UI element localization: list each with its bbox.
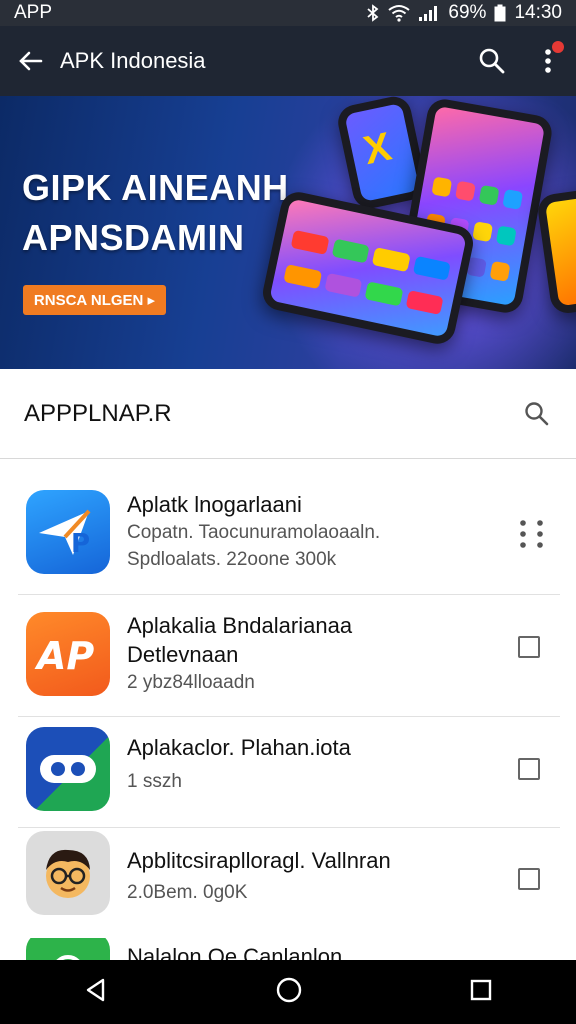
triangle-back-icon [86, 978, 105, 1001]
system-nav-bar [0, 960, 576, 1024]
banner-cta-button[interactable]: RNSCA NLGEN ▸ [23, 285, 166, 315]
bluetooth-icon [367, 4, 379, 22]
app-meta: 2 ybz84lloaadn [127, 672, 255, 693]
arrow-left-icon [19, 51, 43, 71]
checkbox-box[interactable] [518, 758, 540, 780]
app-name: Aplatk lnogarlaani [127, 492, 302, 517]
list-item[interactable]: Nalalon Oe Canlanlon [0, 938, 576, 960]
app-name: Apblitcsiraplloragl. Vallnran [127, 848, 391, 873]
status-time: 14:30 [514, 2, 562, 23]
app-icon: P [26, 490, 110, 574]
avatar-glasses-icon [46, 849, 90, 898]
nav-back-button[interactable] [83, 977, 109, 1008]
checkbox-box[interactable] [518, 636, 540, 658]
promo-banner[interactable]: GIPK AINEANH APNSDAMIN RNSCA NLGEN ▸ X [0, 96, 576, 369]
app-meta: Spdloalats. 22oone 300k [127, 549, 337, 570]
app-name: Nalalon Oe Canlanlon [127, 944, 343, 960]
app-description: Detlevnaan [127, 642, 239, 667]
list-item[interactable]: Apblitcsiraplloragl. Vallnran 2.0Bem. 0g… [0, 828, 576, 938]
svg-text:P: P [71, 529, 90, 559]
app-name: Aplakalia Bndalarianaa [127, 613, 353, 638]
list-item[interactable]: Aplakaclor. Plahan.iota 1 sszh [0, 717, 576, 828]
item-checkbox[interactable] [518, 868, 540, 890]
app-meta: 1 sszh [127, 771, 182, 792]
section-header: APPPLNAP.R [0, 369, 576, 459]
app-name: Aplakaclor. Plahan.iota [127, 735, 351, 760]
search-icon [479, 48, 505, 74]
wifi-icon [388, 5, 411, 22]
square-recents-icon [470, 979, 492, 1000]
battery-percent: 69% [448, 2, 487, 23]
nav-home-button[interactable] [275, 976, 303, 1009]
search-button[interactable] [464, 26, 520, 96]
list-item[interactable]: AP Aplakalia Bndalarianaa Detlevnaan 2 y… [0, 595, 576, 716]
signal-icon [419, 6, 438, 21]
svg-text:AP: AP [34, 634, 94, 678]
notification-dot [552, 41, 564, 53]
app-text: Aplakalia Bndalarianaa Detlevnaan 2 ybz8… [127, 611, 507, 696]
item-checkbox[interactable] [518, 636, 540, 658]
app-icon [26, 727, 110, 811]
item-menu-button[interactable] [518, 518, 546, 550]
status-app-label: APP [14, 2, 53, 23]
app-bar-title: APK Indonesia [60, 48, 206, 73]
paper-plane-ap-icon: P [39, 509, 91, 559]
app-bar: APK Indonesia [0, 26, 576, 96]
banner-phone-right [535, 186, 576, 316]
item-checkbox[interactable] [518, 758, 540, 780]
app-meta: 2.0Bem. 0g0K [127, 882, 248, 903]
more-vertical-icon [545, 49, 551, 73]
status-icons: 69% 14:30 [366, 2, 562, 24]
app-text: Aplakaclor. Plahan.iota 1 sszh [127, 733, 507, 795]
status-bar: APP 69% 14:30 [0, 0, 576, 26]
gamepad-icon [40, 755, 96, 783]
circle-home-icon [276, 977, 302, 1002]
section-search-button[interactable] [522, 399, 552, 429]
nav-recents-button[interactable] [469, 978, 493, 1007]
overflow-menu-button[interactable] [520, 26, 576, 96]
list-item[interactable]: P Aplatk lnogarlaani Copatn. Taocunuramo… [0, 472, 576, 594]
search-icon [525, 401, 549, 425]
app-icon [26, 831, 110, 915]
app-description: Copatn. Taocunuramolaoaaln. [127, 522, 381, 543]
ap-logo-icon: AP [34, 634, 94, 678]
banner-headline-2: APNSDAMIN [22, 217, 245, 258]
battery-icon [494, 4, 506, 22]
checkbox-box[interactable] [518, 868, 540, 890]
app-text: Nalalon Oe Canlanlon [127, 942, 507, 960]
banner-headline-1: GIPK AINEANH [22, 167, 289, 208]
chat-bubble-icon [56, 955, 80, 960]
back-button[interactable] [0, 26, 60, 96]
app-icon: AP [26, 612, 110, 696]
section-title: APPPLNAP.R [24, 399, 172, 427]
app-text: Aplatk lnogarlaani Copatn. Taocunuramola… [127, 490, 507, 573]
app-text: Apblitcsiraplloragl. Vallnran 2.0Bem. 0g… [127, 846, 507, 906]
app-icon [26, 938, 110, 960]
drag-handle-icon [520, 520, 543, 548]
